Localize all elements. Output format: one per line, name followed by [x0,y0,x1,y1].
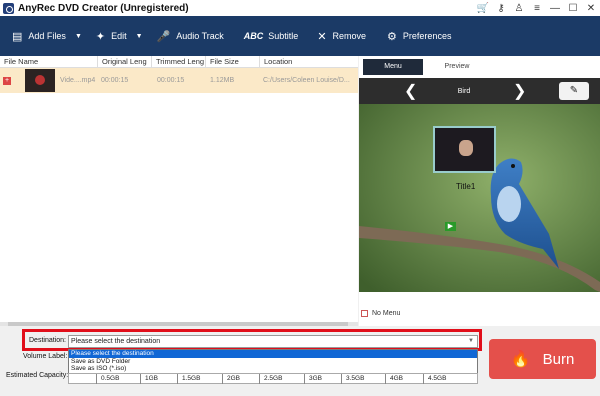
capacity-tick: 3GB [303,374,323,384]
template-name: Bird [457,87,471,95]
chapter-title-label[interactable]: Title1 [456,182,475,191]
remove-label: Remove [332,31,367,41]
edit-menu-button[interactable]: ✎ [559,82,589,100]
column-location[interactable]: Location [260,56,358,67]
remove-icon: ✕ [317,30,327,43]
column-file-name[interactable]: File Name [0,56,98,67]
menu-icon[interactable]: ≡ [528,3,546,14]
dropdown-option[interactable]: Please select the destination [69,350,477,358]
audio-track-button[interactable]: 🎤 Audio Track [157,30,224,43]
close-icon[interactable]: ✕ [582,3,600,14]
destination-value: Please select the destination [71,338,161,345]
capacity-tick: 0.5GB [95,374,120,384]
capacity-tick: 3.5GB [340,374,365,384]
add-files-dropdown-icon[interactable]: ▼ [75,33,82,40]
subtitle-icon: ABC [243,31,264,41]
add-files-label: Add Files [28,31,66,41]
chevron-down-icon[interactable]: ▼ [468,336,474,347]
main-toolbar: ▤ Add Files ▼ ✦ Edit ▼ 🎤 Audio Track ABC… [0,16,600,56]
column-file-size[interactable]: File Size [206,56,260,67]
add-files-icon: ▤ [12,30,23,43]
menu-template-nav: ❮ Bird ❯ ✎ [359,78,600,104]
video-thumbnail [25,69,55,92]
destination-select[interactable]: Please select the destination ▼ [68,335,478,348]
microphone-icon: 🎤 [156,30,171,43]
key-icon[interactable]: ⚷ [492,3,510,14]
audio-track-label: Audio Track [176,31,224,41]
edit-document-icon: ✎ [569,85,579,96]
flame-icon: 🔥 [510,351,531,368]
window-controls: 🛒 ⚷ ♙ ≡ — ☐ ✕ [474,0,600,16]
app-title: AnyRec DVD Creator (Unregistered) [18,2,189,14]
user-icon[interactable]: ♙ [510,3,528,14]
capacity-bar: 0.5GB 1GB 1.5GB 2GB 2.5GB 3GB 3.5GB 4GB … [68,373,478,384]
file-list: File Name Original Leng Trimmed Leng Fil… [0,56,358,326]
burn-label: Burn [542,350,575,368]
remove-file-icon[interactable]: + [3,76,11,85]
no-menu-checkbox[interactable] [361,309,368,317]
capacity-tick: 2.5GB [258,374,283,384]
gear-icon: ⚙ [387,30,397,43]
original-length-cell: 00:00:15 [101,77,129,84]
preview-panel: Menu Preview ❮ Bird ❯ ✎ Title1 ▶ No Menu [359,56,600,326]
volume-label: Volume Label: [23,353,68,360]
subtitle-button[interactable]: ABC Subtitle [244,31,299,41]
tab-menu[interactable]: Menu [363,59,423,75]
location-cell: C:/Users/Coleen Louise/D... [263,77,350,84]
burn-button[interactable]: 🔥 Burn [489,339,596,379]
preview-tabs: Menu Preview [359,56,600,78]
remove-button[interactable]: ✕ Remove [317,30,366,43]
estimated-capacity-label: Estimated Capacity: [6,372,69,379]
minimize-icon[interactable]: — [546,3,564,14]
dropdown-option[interactable]: Save as DVD Folder [69,358,477,366]
no-menu-label: No Menu [372,309,401,317]
subtitle-label: Subtitle [268,31,299,41]
magic-wand-icon: ✦ [95,30,106,43]
destination-label: Destination: [29,337,66,344]
chevron-right-icon[interactable]: ❯ [513,81,526,101]
column-trimmed-length[interactable]: Trimmed Leng [152,56,206,67]
destination-dropdown-list: Please select the destination Save as DV… [68,349,478,374]
horizontal-scrollbar[interactable] [0,322,358,326]
trimmed-length-cell: 00:00:15 [157,77,185,84]
chapter-thumbnail[interactable] [433,126,496,173]
edit-button[interactable]: ✦ Edit ▼ [96,30,143,43]
preferences-button[interactable]: ⚙ Preferences [387,30,451,43]
file-list-header: File Name Original Leng Trimmed Leng Fil… [0,56,358,68]
column-original-length[interactable]: Original Leng [98,56,152,67]
capacity-tick: 1GB [139,374,159,384]
maximize-icon[interactable]: ☐ [564,3,582,14]
file-size-cell: 1.12MB [210,77,235,84]
app-logo-icon [3,2,14,14]
title-bar: AnyRec DVD Creator (Unregistered) 🛒 ⚷ ♙ … [0,0,600,16]
capacity-tick: 4.5GB [422,374,447,384]
no-menu-option[interactable]: No Menu [359,306,600,320]
cart-icon[interactable]: 🛒 [474,3,492,14]
capacity-tick: 1.5GB [176,374,201,384]
edit-label: Edit [111,31,127,41]
dropdown-option[interactable]: Save as ISO (*.iso) [69,365,477,373]
capacity-tick: 2GB [221,374,241,384]
menu-preview-image: Title1 ▶ [359,104,600,292]
file-name-cell: Vide....mp4 [60,77,96,84]
tab-preview[interactable]: Preview [427,59,487,75]
table-row[interactable]: + Vide....mp4 00:00:15 00:00:15 1.12MB C… [0,68,358,93]
play-icon[interactable]: ▶ [445,222,456,231]
capacity-tick: 4GB [384,374,404,384]
preferences-label: Preferences [402,31,452,41]
add-files-button[interactable]: ▤ Add Files ▼ [12,30,82,43]
edit-dropdown-icon[interactable]: ▼ [136,33,143,40]
